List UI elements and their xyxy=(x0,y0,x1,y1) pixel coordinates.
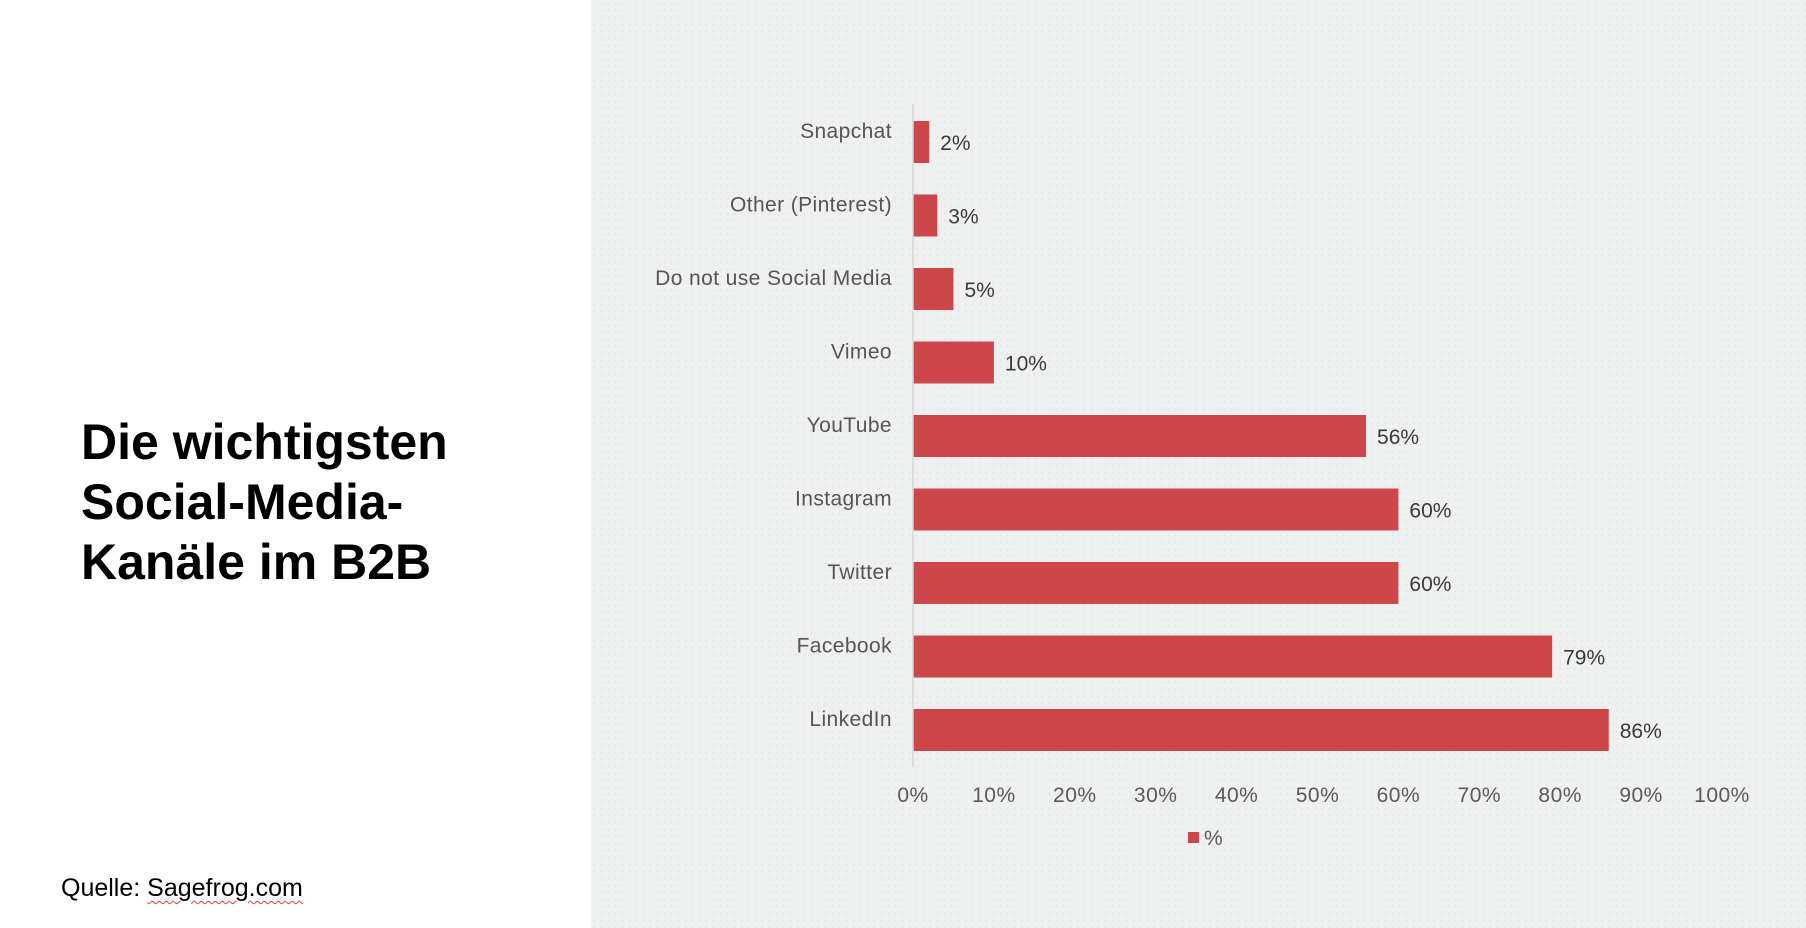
data-label: 56% xyxy=(1377,426,1419,449)
category-label: YouTube xyxy=(807,414,892,437)
bar[interactable] xyxy=(913,121,930,163)
bar[interactable] xyxy=(913,194,938,237)
category-label: Snapchat xyxy=(800,120,892,143)
category-label: Other (Pinterest) xyxy=(730,194,892,217)
bar[interactable] xyxy=(913,268,954,310)
x-tick-label: 70% xyxy=(1458,784,1502,807)
data-label: 60% xyxy=(1409,573,1451,596)
category-label: Instagram xyxy=(795,488,892,511)
x-tick-label: 0% xyxy=(897,784,928,807)
x-tick-label: 100% xyxy=(1694,784,1750,807)
category-label: Facebook xyxy=(797,635,893,658)
x-tick-label: 30% xyxy=(1134,784,1178,807)
x-axis-tick-labels: 0% 10% 20% 30% 40% 50% 60% 70% 80% 90% 100% xyxy=(897,784,1750,807)
data-label: 2% xyxy=(940,132,970,155)
data-label: 60% xyxy=(1409,500,1451,523)
x-tick-label: 80% xyxy=(1538,784,1582,807)
x-tick-label: 40% xyxy=(1215,784,1259,807)
bar[interactable] xyxy=(913,562,1399,604)
x-tick-label: 60% xyxy=(1377,784,1421,807)
legend: % xyxy=(1188,827,1223,850)
bar[interactable] xyxy=(913,341,994,384)
legend-swatch xyxy=(1188,832,1199,843)
x-tick-label: 20% xyxy=(1053,784,1097,807)
bars xyxy=(913,121,1609,751)
data-label: 3% xyxy=(948,206,978,229)
x-tick-label: 50% xyxy=(1296,784,1340,807)
bar[interactable] xyxy=(913,488,1399,531)
x-tick-label: 10% xyxy=(972,784,1016,807)
bar[interactable] xyxy=(913,415,1367,457)
x-tick-label: 90% xyxy=(1619,784,1663,807)
data-label: 86% xyxy=(1620,720,1662,743)
bar[interactable] xyxy=(913,709,1609,751)
bar[interactable] xyxy=(913,635,1553,678)
data-label: 10% xyxy=(1005,353,1047,376)
data-label: 79% xyxy=(1563,647,1605,670)
category-labels: Snapchat Other (Pinterest) Do not use Soci… xyxy=(655,120,892,731)
data-label: 5% xyxy=(964,279,994,302)
category-label: Twitter xyxy=(827,561,892,584)
bar-chart: Snapchat Other (Pinterest) Do not use Soci… xyxy=(655,104,1750,850)
category-label: Do not use Social Media xyxy=(655,267,892,290)
legend-label: % xyxy=(1204,827,1223,850)
category-label: LinkedIn xyxy=(809,708,892,731)
category-label: Vimeo xyxy=(831,341,892,364)
